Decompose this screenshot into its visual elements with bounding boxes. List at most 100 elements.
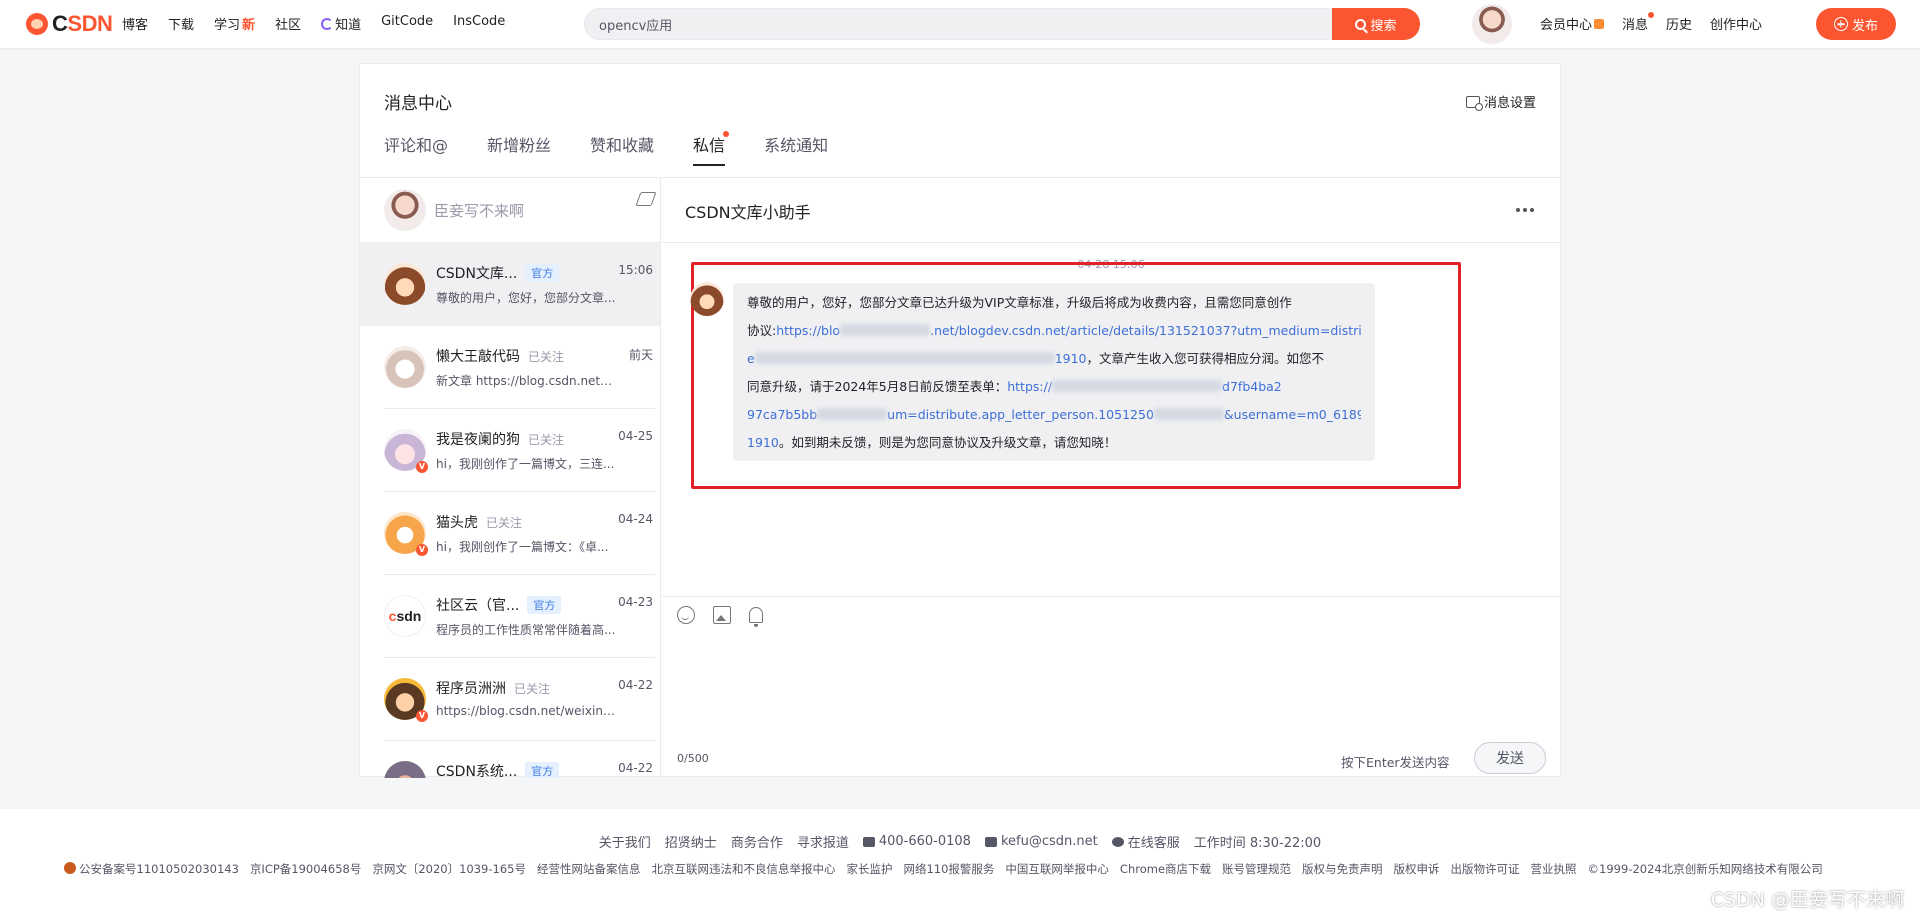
message-link[interactable]: 1910	[1055, 351, 1087, 366]
nav-blog[interactable]: 博客	[122, 14, 148, 33]
legal-link[interactable]: 经营性网站备案信息	[537, 861, 641, 877]
nav-inscode[interactable]: InsCode	[453, 14, 505, 33]
messages-link[interactable]: 消息	[1622, 12, 1655, 33]
footer-email[interactable]: kefu@csdn.net	[984, 832, 1098, 851]
tab-likes[interactable]: 赞和收藏	[590, 132, 654, 166]
csdn-logo[interactable]: CSDN	[26, 11, 113, 36]
eraser-icon[interactable]	[635, 192, 657, 206]
contact-item[interactable]: V 我是夜阑的狗 已关注 04-25 hi，我刚创作了一篇博文，三连...	[360, 409, 660, 492]
footer-link-business[interactable]: 商务合作	[731, 832, 783, 851]
nav-learn-label: 学习	[214, 18, 241, 33]
followed-badge: 已关注	[486, 515, 523, 530]
search-button[interactable]: 搜索	[1332, 8, 1420, 40]
legal-link[interactable]: 家长监护	[846, 861, 892, 877]
tab-new-fans[interactable]: 新增粉丝	[487, 132, 551, 166]
search-input[interactable]	[599, 9, 1289, 39]
tab-private-messages[interactable]: 私信	[693, 131, 730, 166]
conversation-panel: CSDN文库小助手 04-28 15:06 尊敬的用户，您好，您部分文章已达升级…	[661, 178, 1560, 778]
emoji-icon[interactable]	[677, 606, 695, 624]
message-link[interactable]: &username=m0_6189	[1224, 407, 1361, 422]
contact-preview: hi，我刚创作了一篇博文，三连...	[436, 457, 615, 471]
footer-link-press[interactable]: 寻求报道	[797, 832, 849, 851]
divider	[661, 596, 1560, 597]
official-badge: 官方	[525, 264, 560, 282]
message-settings-link[interactable]: 消息设置	[1465, 92, 1536, 111]
creator-center-link[interactable]: 创作中心	[1710, 14, 1762, 33]
nav-gitcode[interactable]: GitCode	[381, 14, 433, 33]
legal-link[interactable]: 版权与免责声明	[1302, 861, 1383, 877]
send-button[interactable]: 发送	[1474, 742, 1546, 774]
legal-link[interactable]: 中国互联网举报中心	[1005, 861, 1109, 877]
divider	[661, 242, 1560, 243]
legal-link[interactable]: 公安备案号11010502030143	[64, 861, 239, 877]
contact-item[interactable]: CSDN文库... 官方 15:06 尊敬的用户，您好，您部分文章...	[360, 243, 660, 326]
followed-badge: 已关注	[528, 349, 565, 364]
message-input[interactable]	[677, 638, 1537, 748]
message-link[interactable]: d7fb4ba2	[1222, 379, 1282, 394]
legal-text: 公安备案号11010502030143	[79, 862, 239, 876]
contact-item[interactable]: 懒大王敲代码 已关注 前天 新文章 https://blog.csdn.net/w…	[360, 326, 660, 409]
message-link[interactable]: 1910	[747, 435, 779, 450]
nav-zhidao[interactable]: 知道	[321, 14, 361, 33]
contact-name: 我是夜阑的狗	[436, 432, 520, 448]
nav-download[interactable]: 下载	[168, 14, 194, 33]
message-line: 1910。如到期未反馈，则是为您同意协议及升级文章，请您知晓！	[747, 429, 1361, 457]
unread-dot	[723, 131, 730, 137]
message-line: 97ca7b5bb um=distribute.app_letter_person…	[747, 401, 1361, 429]
vip-center-link[interactable]: 会员中心	[1540, 14, 1605, 33]
tab-comments[interactable]: 评论和@	[384, 132, 448, 166]
message-text: 同意升级，请于2024年5月8日前反馈至表单：	[747, 379, 1008, 394]
legal-link[interactable]: 京ICP备19004658号	[250, 861, 361, 877]
logo-text: CSDN	[52, 11, 113, 36]
image-icon[interactable]	[713, 606, 731, 624]
contact-item[interactable]: V 程序员洲洲 已关注 04-22 https://blog.csdn.net/w…	[360, 658, 660, 741]
contact-preview: 尊敬的用户，您好，您部分文章...	[436, 291, 616, 305]
message-link[interactable]: um=distribute.app_letter_person.1051250	[887, 407, 1154, 422]
message-center-card: 消息中心 消息设置 评论和@ 新增粉丝 赞和收藏 私信 系统通知 臣妾写不来啊 …	[359, 63, 1561, 778]
message-link[interactable]: https://	[1007, 379, 1052, 394]
message-settings-label: 消息设置	[1483, 96, 1536, 111]
nav-zhidao-label: 知道	[335, 18, 362, 33]
redacted-block	[1153, 408, 1224, 420]
legal-link[interactable]: 京网文〔2020〕1039-165号	[372, 861, 526, 877]
footer-online-service[interactable]: 在线客服	[1111, 832, 1180, 851]
nav-learn[interactable]: 学习新	[214, 14, 255, 33]
legal-link[interactable]: 北京互联网违法和不良信息举报中心	[651, 861, 835, 877]
footer-link-careers[interactable]: 招贤纳士	[665, 832, 717, 851]
tab-system-notices[interactable]: 系统通知	[764, 132, 828, 166]
legal-link[interactable]: 账号管理规范	[1222, 861, 1291, 877]
bell-icon[interactable]	[749, 607, 763, 627]
footer-link-about[interactable]: 关于我们	[599, 832, 651, 851]
messages-label: 消息	[1622, 18, 1649, 33]
message-line: 同意升级，请于2024年5月8日前反馈至表单：https:// d7fb4ba2	[747, 373, 1361, 401]
contact-item[interactable]: CSDN系统... 官方 04-22	[360, 741, 660, 778]
footer-phone[interactable]: 400-660-0108	[862, 832, 971, 851]
current-user: 臣妾写不来啊	[384, 188, 644, 232]
nav-community[interactable]: 社区	[275, 14, 301, 33]
official-badge: 官方	[525, 762, 560, 778]
contact-name: CSDN文库...	[436, 266, 518, 282]
legal-link[interactable]: 网络110报警服务	[903, 861, 994, 877]
more-options-icon[interactable]	[1516, 208, 1534, 212]
contact-time: 04-24	[618, 512, 653, 526]
contact-item[interactable]: V 猫头虎 已关注 04-24 hi，我刚创作了一篇博文：《卓...	[360, 492, 660, 575]
avatar	[384, 761, 426, 778]
user-avatar[interactable]	[1472, 4, 1512, 44]
publish-button[interactable]: 发布	[1816, 8, 1896, 40]
phone-icon	[862, 836, 875, 847]
legal-link[interactable]: 出版物许可证	[1451, 861, 1520, 877]
legal-link[interactable]: 营业执照	[1531, 861, 1577, 877]
unread-dot	[1648, 12, 1655, 18]
contact-name: 懒大王敲代码	[436, 349, 520, 365]
message-line: 协议:https://blo .net/blogdev.csdn.net/arti…	[747, 317, 1361, 345]
vip-center-label: 会员中心	[1540, 18, 1593, 33]
message-link[interactable]: 97ca7b5bb	[747, 407, 817, 422]
message-link[interactable]: https://blo	[776, 323, 840, 338]
contact-item[interactable]: c sdn 社区云（官... 官方 04-23 程序员的工作性质常常伴随着高...	[360, 575, 660, 658]
followed-badge: 已关注	[514, 681, 551, 696]
legal-link[interactable]: Chrome商店下载	[1120, 861, 1211, 877]
message-link[interactable]: .net/blogdev.csdn.net/article/details/13…	[930, 323, 1361, 338]
history-link[interactable]: 历史	[1666, 14, 1692, 33]
legal-link[interactable]: 版权申诉	[1394, 861, 1440, 877]
message-link[interactable]: e	[747, 351, 755, 366]
